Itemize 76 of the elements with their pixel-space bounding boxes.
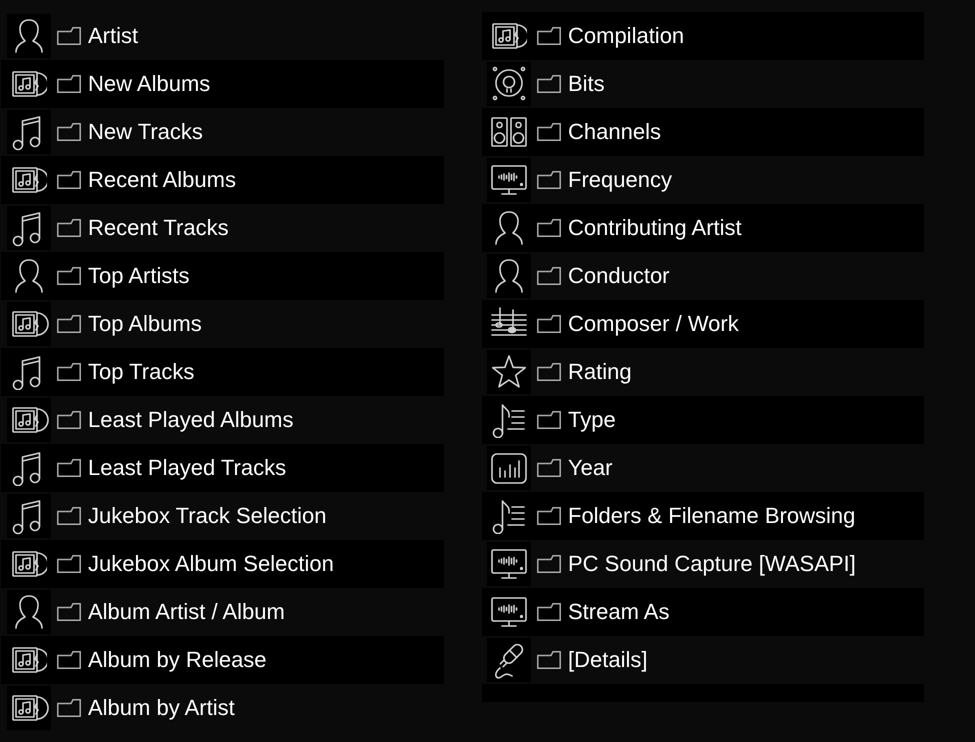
folder-icon <box>57 603 81 621</box>
list-item[interactable]: Year <box>482 444 924 492</box>
music-note-icon <box>7 206 51 250</box>
list-item[interactable]: Album by Artist <box>1 684 444 732</box>
list-item[interactable]: Folders & Filename Browsing <box>482 492 924 540</box>
list-item[interactable]: Least Played Albums <box>1 396 444 444</box>
list-item[interactable]: Top Albums <box>1 300 444 348</box>
folder-icon <box>57 699 81 717</box>
list-item[interactable]: Conductor <box>482 252 924 300</box>
folder-icon <box>537 459 561 477</box>
folder-icon <box>57 219 81 237</box>
folder-icon <box>57 27 81 45</box>
list-item[interactable]: PC Sound Capture [WASAPI] <box>482 540 924 588</box>
folder-icon <box>537 603 561 621</box>
folder-icon <box>57 123 81 141</box>
album-icon <box>7 302 51 346</box>
microphone-icon <box>487 638 531 682</box>
person-icon <box>7 590 51 634</box>
list-item[interactable]: Composer / Work <box>482 300 924 348</box>
folder-icon <box>537 267 561 285</box>
bar-chart-icon <box>487 446 531 490</box>
folder-icon <box>537 411 561 429</box>
list-item[interactable]: Contributing Artist <box>482 204 924 252</box>
list-item[interactable]: Frequency <box>482 156 924 204</box>
list-item[interactable]: Rating <box>482 348 924 396</box>
list-item[interactable]: Recent Tracks <box>1 204 444 252</box>
list-item[interactable]: Jukebox Track Selection <box>1 492 444 540</box>
list-item[interactable]: Least Played Tracks <box>1 444 444 492</box>
list-item[interactable]: Jukebox Album Selection <box>1 540 444 588</box>
speaker-icon <box>487 62 531 106</box>
list-item[interactable]: Top Artists <box>1 252 444 300</box>
folder-icon <box>57 651 81 669</box>
folder-icon <box>537 219 561 237</box>
note-with-lines-icon <box>491 498 527 534</box>
monitor-waveform-icon <box>491 594 527 630</box>
person-icon <box>7 14 51 58</box>
music-note-icon <box>7 494 51 538</box>
folder-icon <box>537 27 561 45</box>
folder-icon <box>57 267 81 285</box>
note-with-lines-icon <box>491 402 527 438</box>
list-item[interactable]: Compilation <box>482 12 924 60</box>
list-item[interactable]: Album Artist / Album <box>1 588 444 636</box>
folder-icon <box>57 459 81 477</box>
person-icon <box>487 254 531 298</box>
folder-icon <box>537 651 561 669</box>
album-icon <box>7 398 51 442</box>
list-item[interactable]: Recent Albums <box>1 156 444 204</box>
folder-icon <box>537 75 561 93</box>
list-item[interactable]: Channels <box>482 108 924 156</box>
folder-icon <box>537 363 561 381</box>
folder-icon <box>537 171 561 189</box>
stereo-speakers-icon <box>491 114 527 150</box>
folder-icon <box>57 555 81 573</box>
monitor-waveform-icon <box>487 542 531 586</box>
list-item[interactable]: Artist <box>1 12 444 60</box>
folder-icon <box>57 507 81 525</box>
folder-icon <box>57 363 81 381</box>
list-item[interactable]: Stream As <box>482 588 924 636</box>
album-icon <box>7 686 51 730</box>
folder-icon <box>537 123 561 141</box>
list-item[interactable]: New Tracks <box>1 108 444 156</box>
folder-icon <box>537 315 561 333</box>
folder-icon <box>57 315 81 333</box>
folder-icon <box>537 507 561 525</box>
list-item[interactable]: [Details] <box>482 636 924 684</box>
list-item[interactable]: Top Tracks <box>1 348 444 396</box>
folder-icon <box>57 411 81 429</box>
folder-icon <box>57 75 81 93</box>
list-item[interactable]: Type <box>482 396 924 444</box>
list-item[interactable]: Bits <box>482 60 924 108</box>
list-item[interactable]: Album by Release <box>1 636 444 684</box>
music-note-icon <box>7 110 51 154</box>
folder-icon <box>537 555 561 573</box>
folder-icon <box>57 171 81 189</box>
list-item[interactable]: New Albums <box>1 60 444 108</box>
monitor-waveform-icon <box>487 158 531 202</box>
